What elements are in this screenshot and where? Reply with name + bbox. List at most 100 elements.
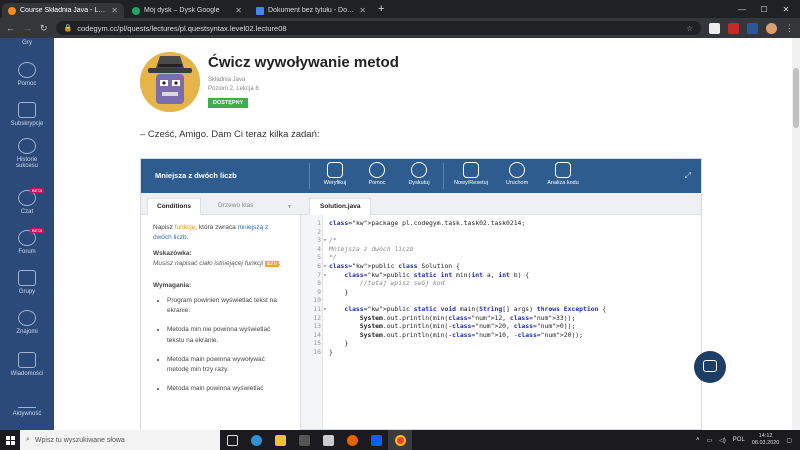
text: , która zwraca (195, 224, 238, 231)
verify-button[interactable]: Weryfikuj (311, 162, 359, 186)
close-window-icon[interactable]: ✕ (778, 5, 794, 14)
extension-icon[interactable] (728, 22, 739, 34)
sidebar-item-label: Gry (22, 40, 32, 46)
code-text: class="kw">public class Solution { (329, 262, 460, 270)
sidebar-item-activity[interactable]: Aktywność (0, 392, 54, 417)
network-icon[interactable]: ▭ (706, 437, 712, 444)
tab-conditions[interactable]: Conditions (147, 198, 201, 215)
bookmark-star-icon[interactable]: ☆ (686, 24, 693, 33)
firefox-icon[interactable] (340, 430, 364, 450)
line-number: 6 (317, 262, 321, 270)
volume-icon[interactable]: ◁) (719, 437, 726, 444)
fold-icon[interactable]: ▾ (323, 262, 327, 271)
tab-solution-java[interactable]: Solution.java (309, 198, 372, 215)
close-icon[interactable]: ✕ (235, 6, 242, 15)
list-item: Metoda min nie powinna wyświetlać tekstu… (167, 325, 288, 345)
profile-avatar[interactable] (766, 22, 777, 34)
text: . (186, 234, 189, 242)
browser-tab-3[interactable]: Dokument bez tytułu - Dokumen ✕ (250, 3, 372, 18)
line-number: 4 (317, 244, 321, 253)
text: Napisz (153, 224, 175, 231)
menu-dots-icon[interactable]: ⋮ (785, 23, 794, 34)
line-number: 13 (313, 322, 321, 331)
sidebar-item-success-stories[interactable]: Historie sukcesu (0, 138, 54, 169)
hint-text: Musisz napisać ciało istniejącej funkcji… (153, 259, 288, 269)
site-sidebar: Gry Pomoc Subskrypcje Historie sukcesu B… (0, 38, 54, 430)
google-docs-favicon-icon (256, 6, 264, 15)
chrome-icon[interactable] (388, 430, 412, 450)
support-chat-button[interactable] (694, 351, 726, 383)
extension-icon[interactable] (747, 22, 758, 34)
chat-bubbles-icon (18, 62, 36, 78)
notifications-icon[interactable]: ▢ (786, 437, 792, 444)
task-view-icon[interactable] (220, 430, 244, 450)
sidebar-item-friends[interactable]: Znajomi (0, 310, 54, 335)
text: . (278, 260, 281, 268)
url-bar[interactable]: 🔒 codegym.cc/pl/quests/lectures/pl.quest… (55, 21, 701, 35)
tab-class-tree[interactable]: Drzewo klas (209, 198, 262, 215)
collapse-caret-icon[interactable]: ▼ (287, 204, 292, 210)
file-explorer-icon[interactable] (268, 430, 292, 450)
sidebar-item-messages[interactable]: Wiadomości (0, 352, 54, 377)
mail-icon[interactable] (316, 430, 340, 450)
sidebar-item-subscriptions[interactable]: Subskrypcje (0, 102, 54, 127)
help-button[interactable]: Pomoc (353, 162, 401, 186)
clock[interactable]: 14:12 08.03.2020 (752, 433, 780, 447)
fold-icon[interactable]: ▾ (323, 236, 327, 245)
new-tab-button[interactable]: + (378, 2, 384, 18)
browser-tab-2[interactable]: Mój dysk – Dysk Google ✕ (126, 3, 248, 18)
taskbar-search[interactable]: ⌕ Wpisz tu wyszukiwane słowa (20, 430, 220, 450)
sidebar-item-games[interactable]: Gry (0, 40, 54, 46)
fold-icon[interactable]: ▾ (323, 271, 327, 280)
close-icon[interactable]: ✕ (111, 6, 118, 15)
minimize-icon[interactable]: — (734, 5, 750, 14)
reset-button[interactable]: Nowy/Resetuj (447, 162, 495, 186)
tray-chevron-icon[interactable]: ˄ (696, 437, 700, 443)
expand-icon[interactable]: ⤢ (685, 171, 691, 181)
play-icon (509, 162, 525, 178)
sidebar-item-forum[interactable]: BETA Forum (0, 228, 54, 255)
forward-icon[interactable]: → (23, 23, 32, 33)
sidebar-item-chat[interactable]: BETA Czat (0, 188, 54, 215)
checklist-icon (327, 162, 343, 178)
line-number: 1 (317, 219, 321, 227)
sidebar-item-help[interactable]: Pomoc (0, 62, 54, 87)
dropbox-icon[interactable] (364, 430, 388, 450)
close-icon[interactable]: ✕ (359, 6, 366, 15)
reload-icon[interactable]: ↻ (40, 23, 48, 34)
lesson-content: Ćwicz wywoływanie metod Składnia Java Po… (54, 38, 792, 430)
window-controls: — ☐ ✕ (734, 0, 800, 18)
browser-tab-1[interactable]: Course Składnia Java - Lecture: C ✕ (2, 3, 124, 18)
maximize-icon[interactable]: ☐ (756, 5, 772, 14)
tool-label: Dyskutuj (408, 180, 430, 186)
hint-heading: Wskazówka: (153, 250, 192, 258)
line-number: 3 (317, 236, 321, 245)
extension-icon[interactable] (709, 22, 720, 34)
run-button[interactable]: Uruchom (493, 162, 541, 186)
store-icon[interactable] (292, 430, 316, 450)
discuss-button[interactable]: Dyskutuj (395, 162, 443, 186)
sidebar-item-groups[interactable]: Grupy (0, 270, 54, 295)
tab-title: Course Składnia Java - Lecture: C (20, 7, 108, 14)
code-analysis-button[interactable]: Analiza kodu (539, 162, 587, 186)
line-number: 10 (313, 296, 321, 305)
search-placeholder: Wpisz tu wyszukiwane słowa (34, 436, 125, 444)
time-text: 14:12 (758, 433, 773, 439)
back-icon[interactable]: ← (6, 23, 15, 33)
search-icon: ⌕ (26, 436, 30, 443)
function-link[interactable]: funkcję (175, 224, 196, 231)
code-editor[interactable]: 1 class="kw">package pl.codegym.task.task… (301, 215, 701, 429)
line-number: 16 (313, 348, 321, 356)
language-indicator[interactable]: POL (733, 437, 745, 443)
code-text: } (329, 287, 349, 296)
page-scrollbar[interactable] (792, 38, 800, 430)
list-item: Program powinien wyświetlać tekst na ekr… (167, 296, 288, 316)
start-button[interactable] (0, 430, 20, 450)
groups-icon (18, 270, 36, 286)
greeting-text: – Cześć, Amigo. Dam Ci teraz kilka zadań… (140, 129, 320, 140)
fold-icon[interactable]: ▾ (323, 305, 327, 314)
edge-icon[interactable] (244, 430, 268, 450)
scrollbar-thumb[interactable] (793, 68, 799, 128)
line-number: 9 (317, 287, 321, 296)
requirements-heading: Wymagania: (153, 282, 192, 290)
